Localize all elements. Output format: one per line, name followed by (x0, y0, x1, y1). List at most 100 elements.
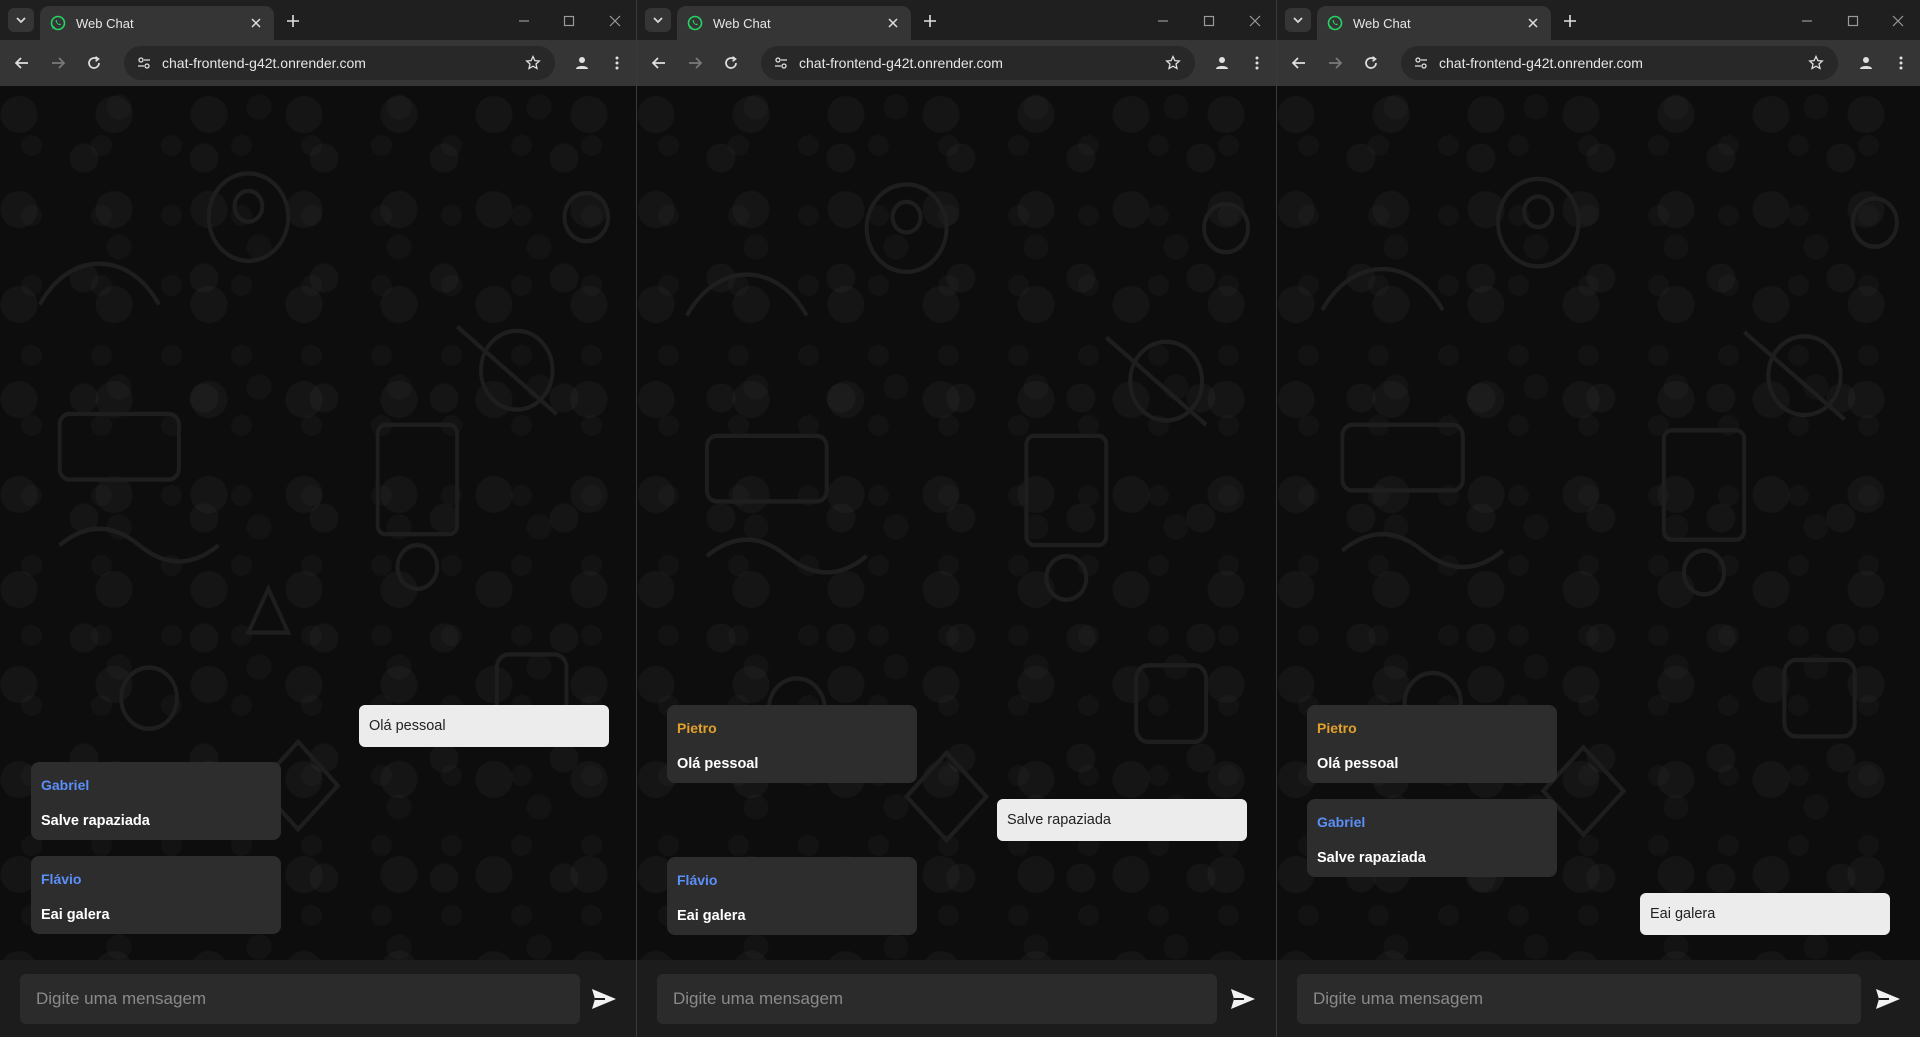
close-tab-icon[interactable] (246, 13, 266, 33)
tab-search-button[interactable] (645, 8, 671, 32)
forward-button[interactable] (683, 51, 707, 75)
new-tab-button[interactable] (1559, 10, 1581, 32)
message-incoming: Pietro Olá pessoal (667, 705, 917, 783)
bookmark-star-icon[interactable] (1161, 51, 1185, 75)
plus-icon (287, 15, 299, 27)
chevron-down-icon (1293, 17, 1303, 24)
maximize-button[interactable] (1198, 10, 1220, 32)
forward-button[interactable] (46, 51, 70, 75)
more-vertical-icon (1255, 56, 1259, 70)
message-incoming: Pietro Olá pessoal (1307, 705, 1557, 783)
site-info-icon[interactable] (134, 53, 154, 73)
minimize-button[interactable] (1152, 10, 1174, 32)
close-window-button[interactable] (1887, 10, 1909, 32)
browser-window-3: Web Chat chat-frontend-g42t.onrender.com… (1277, 0, 1920, 1037)
browser-toolbar: chat-frontend-g42t.onrender.com (0, 40, 636, 86)
address-bar[interactable]: chat-frontend-g42t.onrender.com (124, 46, 555, 80)
minimize-button[interactable] (513, 10, 535, 32)
url-text: chat-frontend-g42t.onrender.com (162, 55, 366, 71)
browser-window-2: Web Chat chat-frontend-g42t.onrender.com… (637, 0, 1277, 1037)
maximize-button[interactable] (1842, 10, 1864, 32)
tab-strip: Web Chat (637, 0, 1276, 40)
back-button[interactable] (1287, 51, 1311, 75)
arrow-left-icon (651, 57, 665, 69)
bookmark-star-icon[interactable] (521, 51, 545, 75)
whatsapp-icon (687, 15, 703, 31)
minimize-icon (1802, 20, 1812, 22)
message-text: Olá pessoal (1317, 756, 1399, 772)
tab-title: Web Chat (1353, 15, 1411, 31)
minimize-icon (1158, 20, 1168, 22)
message-sender: Gabriel (1317, 814, 1366, 830)
maximize-icon (1847, 15, 1859, 27)
composer-bar (1277, 960, 1920, 1037)
tab-web-chat[interactable]: Web Chat (1317, 6, 1551, 40)
back-button[interactable] (647, 51, 671, 75)
close-window-button[interactable] (1244, 10, 1266, 32)
arrow-left-icon (1291, 57, 1305, 69)
maximize-button[interactable] (558, 10, 580, 32)
menu-button[interactable] (605, 51, 629, 75)
message-text: Olá pessoal (677, 756, 759, 772)
tab-search-button[interactable] (8, 8, 34, 32)
minimize-button[interactable] (1796, 10, 1818, 32)
message-input[interactable] (1297, 974, 1861, 1024)
message-text: Eai galera (1650, 906, 1716, 922)
profile-button[interactable] (570, 51, 594, 75)
maximize-icon (563, 15, 575, 27)
url-text: chat-frontend-g42t.onrender.com (799, 55, 1003, 71)
profile-button[interactable] (1854, 51, 1878, 75)
minimize-icon (519, 20, 529, 22)
message-incoming: Gabriel Salve rapaziada (1307, 799, 1557, 877)
composer-bar (0, 960, 636, 1037)
new-tab-button[interactable] (282, 10, 304, 32)
address-bar[interactable]: chat-frontend-g42t.onrender.com (761, 46, 1195, 80)
close-tab-icon[interactable] (1523, 13, 1543, 33)
send-button[interactable] (590, 986, 618, 1012)
arrow-left-icon (14, 57, 28, 69)
close-icon (609, 15, 621, 27)
close-window-button[interactable] (604, 10, 626, 32)
url-text: chat-frontend-g42t.onrender.com (1439, 55, 1643, 71)
message-sender: Gabriel (41, 777, 90, 793)
browser-toolbar: chat-frontend-g42t.onrender.com (637, 40, 1276, 86)
chat-area: Pietro Olá pessoal Salve rapaziada Flávi… (637, 86, 1276, 1037)
menu-button[interactable] (1889, 51, 1913, 75)
reload-button[interactable] (719, 51, 743, 75)
close-tab-icon[interactable] (883, 13, 903, 33)
profile-button[interactable] (1210, 51, 1234, 75)
message-input[interactable] (20, 974, 580, 1024)
tab-strip: Web Chat (1277, 0, 1920, 40)
tab-search-button[interactable] (1285, 8, 1311, 32)
message-text: Eai galera (677, 908, 746, 924)
message-own: Olá pessoal (359, 705, 609, 747)
site-info-icon[interactable] (771, 53, 791, 73)
message-text: Salve rapaziada (41, 813, 150, 829)
tab-web-chat[interactable]: Web Chat (40, 6, 274, 40)
site-info-icon[interactable] (1411, 53, 1431, 73)
send-button[interactable] (1874, 986, 1902, 1012)
message-incoming: Flávio Eai galera (31, 856, 281, 934)
new-tab-button[interactable] (919, 10, 941, 32)
address-bar[interactable]: chat-frontend-g42t.onrender.com (1401, 46, 1838, 80)
message-text: Olá pessoal (369, 718, 446, 734)
message-incoming: Flávio Eai galera (667, 857, 917, 935)
chat-area: Olá pessoal Gabriel Salve rapaziada Fláv… (0, 86, 636, 1037)
chevron-down-icon (16, 17, 26, 24)
back-button[interactable] (10, 51, 34, 75)
bookmark-star-icon[interactable] (1804, 51, 1828, 75)
whatsapp-icon (50, 15, 66, 31)
reload-button[interactable] (1359, 51, 1383, 75)
forward-button[interactable] (1323, 51, 1347, 75)
message-incoming: Gabriel Salve rapaziada (31, 762, 281, 840)
message-input[interactable] (657, 974, 1217, 1024)
chat-area: Pietro Olá pessoal Gabriel Salve rapazia… (1277, 86, 1920, 1037)
send-button[interactable] (1229, 986, 1257, 1012)
tab-web-chat[interactable]: Web Chat (677, 6, 911, 40)
profile-icon (1216, 57, 1228, 69)
menu-button[interactable] (1245, 51, 1269, 75)
chevron-down-icon (653, 17, 663, 24)
browser-toolbar: chat-frontend-g42t.onrender.com (1277, 40, 1920, 86)
message-sender: Flávio (677, 872, 718, 888)
reload-button[interactable] (82, 51, 106, 75)
